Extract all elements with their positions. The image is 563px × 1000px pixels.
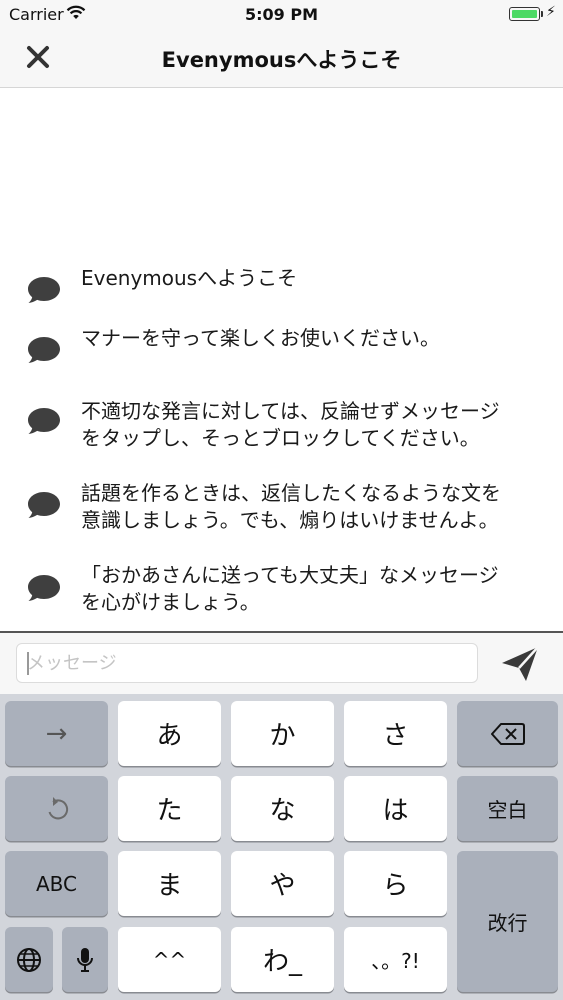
speech-bubble-icon — [28, 277, 60, 303]
navigation-bar: Evenymousへようこそ — [0, 30, 563, 88]
return-key-label: 改行 — [487, 911, 528, 935]
undo-icon — [48, 796, 68, 819]
kana-key-label: ^^ — [152, 947, 187, 972]
kana-key-label: は — [382, 796, 409, 826]
punctuation-key[interactable]: 、。?! — [344, 927, 447, 992]
message-text: 「おかあさんに送っても大丈夫」なメッセージ を心がけましょう。 — [81, 563, 499, 614]
kana-key-label: ま — [156, 871, 183, 901]
next-key[interactable]: → — [5, 701, 108, 766]
kana-key-label: わ_ — [262, 947, 302, 977]
battery-tip — [541, 11, 543, 17]
kana-key-label: か — [269, 721, 296, 751]
globe-icon — [17, 947, 41, 972]
kana-key-wa[interactable]: わ_ — [231, 927, 334, 992]
page-title: Evenymousへようこそ — [161, 48, 402, 72]
globe-key[interactable] — [5, 927, 53, 992]
message-composer — [0, 631, 563, 694]
next-key-label: → — [45, 718, 68, 749]
backspace-icon — [490, 722, 525, 745]
kana-key-ka[interactable]: か — [231, 701, 334, 766]
kana-key-label: な — [269, 796, 296, 826]
message-text: Evenymousへようこそ — [81, 266, 298, 290]
kana-key-ya[interactable]: や — [231, 851, 334, 916]
text-caret — [27, 652, 29, 675]
microphone-icon — [77, 947, 93, 972]
kana-key-label: や — [269, 871, 296, 901]
speech-bubble-icon — [28, 575, 60, 601]
return-key[interactable]: 改行 — [457, 851, 558, 992]
message-text: 不適切な発言に対しては、反論せずメッセージ をタップし、そっとブロックしてくださ… — [81, 399, 500, 450]
undo-key[interactable] — [5, 776, 108, 841]
speech-bubble-icon — [28, 337, 60, 363]
message-list: Evenymousへようこそ マナーを守って楽しくお使いください。 不適切な発言… — [0, 88, 563, 631]
message-input[interactable] — [16, 643, 478, 683]
space-key-label: 空白 — [487, 798, 528, 822]
kana-key-ma[interactable]: ま — [118, 851, 221, 916]
message-text: 話題を作るときは、返信したくなるような文を 意識しましょう。でも、煽りはいけませ… — [81, 481, 501, 532]
kana-key-ha[interactable]: は — [344, 776, 447, 841]
emoticon-key[interactable]: ^^ — [118, 927, 221, 992]
kana-key-label: あ — [156, 721, 183, 751]
kana-key-label: ら — [382, 871, 409, 901]
delete-key[interactable] — [457, 701, 558, 766]
speech-bubble-icon — [28, 408, 60, 434]
kana-key-na[interactable]: な — [231, 776, 334, 841]
charging-icon: ⚡ — [546, 4, 556, 20]
kana-key-label: た — [156, 796, 183, 826]
abc-key-label: ABC — [35, 871, 77, 896]
battery-icon — [509, 7, 540, 21]
kana-key-label: 、。?! — [371, 949, 420, 973]
kana-key-ta[interactable]: た — [118, 776, 221, 841]
space-key[interactable]: 空白 — [457, 776, 558, 841]
send-button[interactable] — [498, 643, 542, 685]
abc-key[interactable]: ABC — [5, 851, 108, 916]
kana-key-a[interactable]: あ — [118, 701, 221, 766]
status-bar: Carrier 5:09 PM ⚡ — [0, 0, 563, 30]
microphone-key[interactable] — [62, 927, 108, 992]
kana-key-ra[interactable]: ら — [344, 851, 447, 916]
send-icon — [502, 646, 539, 681]
japanese-keyboard: → ABC あ か さ た な は ま や ら ^^ わ_ 、。?! 空白 改行 — [0, 694, 563, 1000]
status-time: 5:09 PM — [244, 5, 318, 24]
speech-bubble-icon — [28, 492, 60, 518]
kana-key-label: さ — [382, 721, 409, 751]
message-text: マナーを守って楽しくお使いください。 — [81, 326, 440, 350]
kana-key-sa[interactable]: さ — [344, 701, 447, 766]
